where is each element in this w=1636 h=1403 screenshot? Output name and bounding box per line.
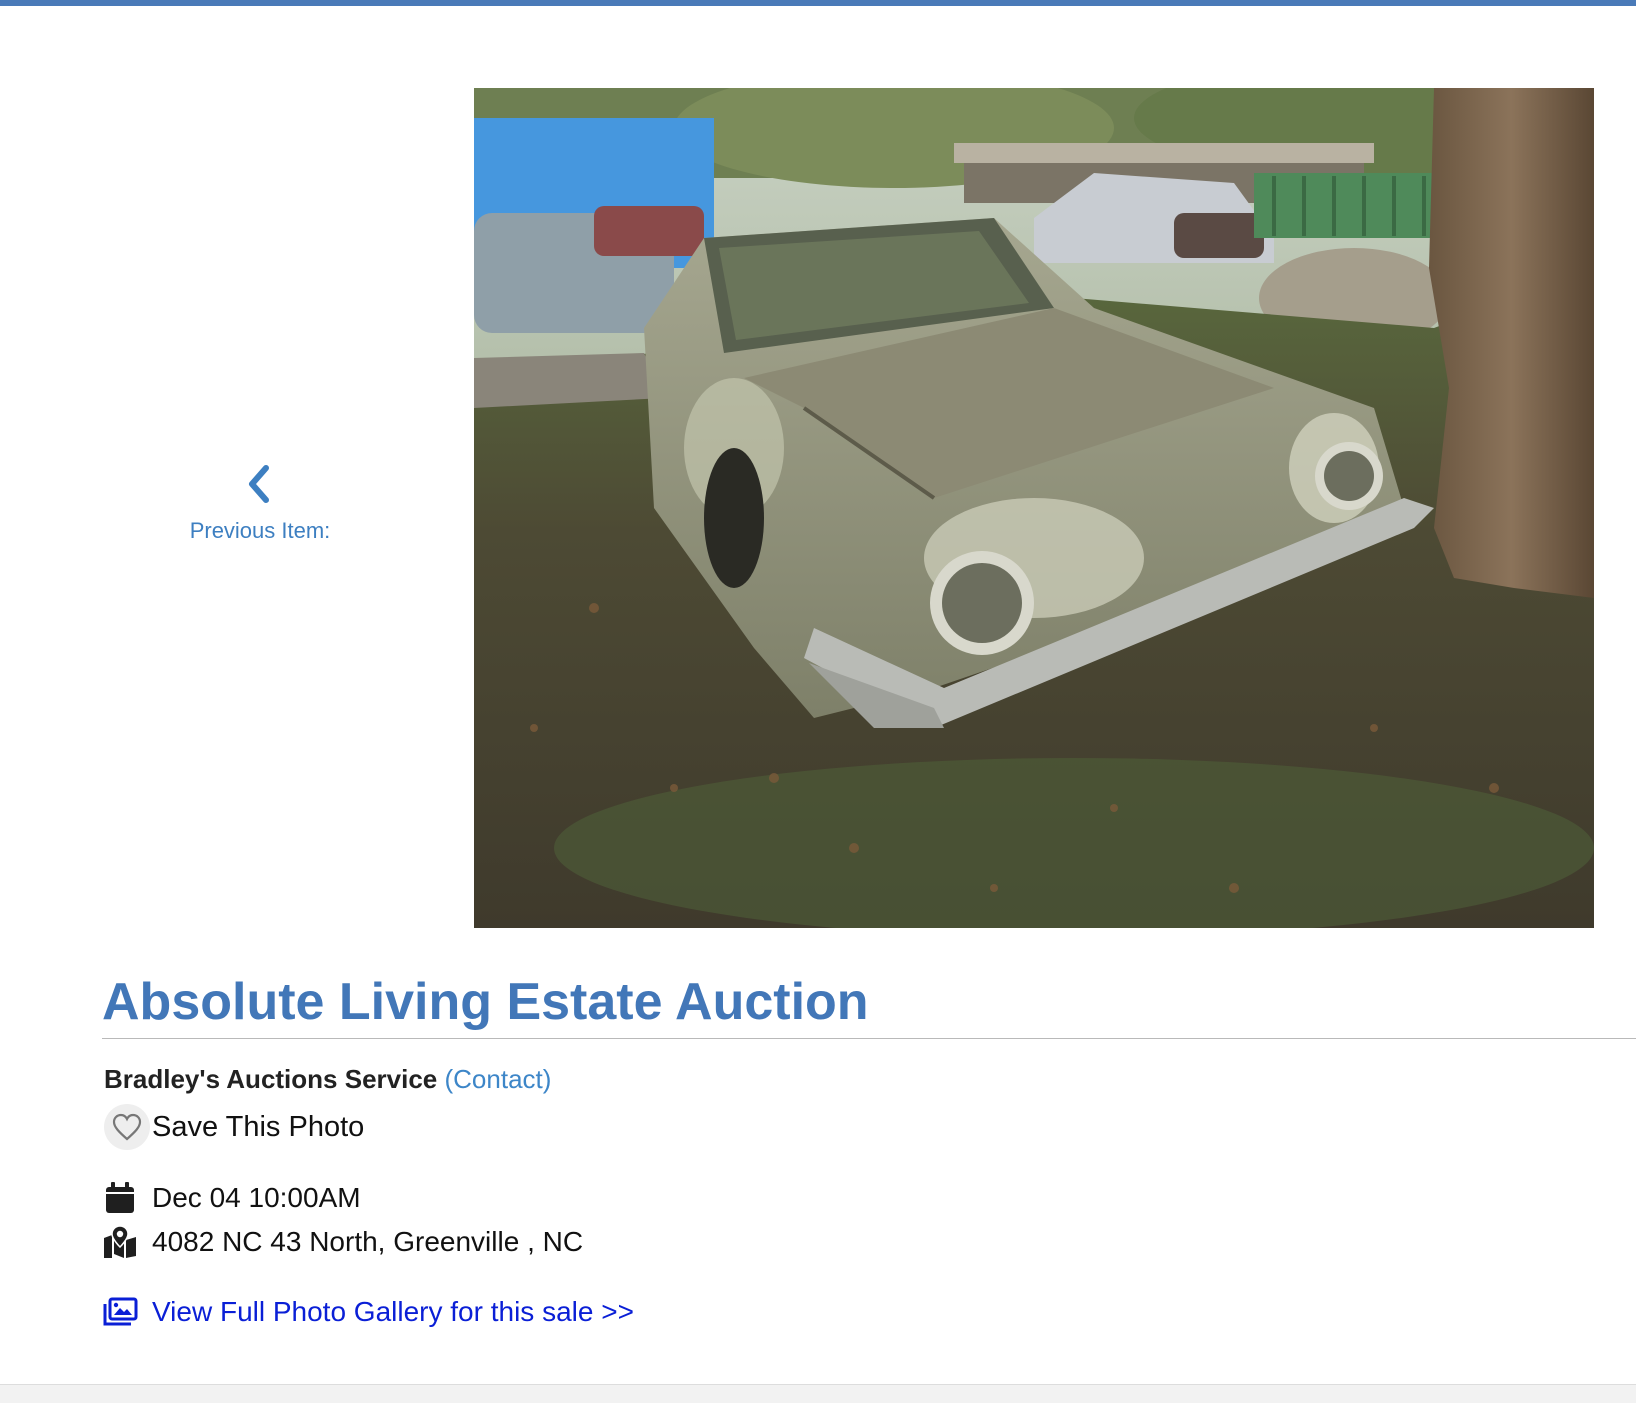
save-photo-button[interactable]: Save This Photo: [104, 1104, 364, 1150]
map-marker-icon: [104, 1225, 136, 1258]
photo-gallery-icon: [103, 1297, 138, 1326]
car-photo-illustration: [474, 88, 1594, 928]
company-name: Bradley's Auctions Service: [104, 1064, 438, 1094]
company-line: Bradley's Auctions Service (Contact): [104, 1064, 551, 1095]
previous-item-label: Previous Item:: [189, 518, 331, 543]
sale-date-row: Dec 04 10:00AM: [102, 1180, 361, 1216]
sale-title: Absolute Living Estate Auction: [102, 973, 869, 1031]
sale-address-row: 4082 NC 43 North, Greenville , NC: [102, 1224, 583, 1260]
sale-date: Dec 04 10:00AM: [152, 1182, 361, 1213]
title-divider: [102, 1038, 1636, 1039]
photo-gallery-link[interactable]: View Full Photo Gallery for this sale >>: [102, 1296, 634, 1328]
top-accent-bar: [0, 0, 1636, 6]
item-photo[interactable]: [474, 88, 1594, 928]
photo-gallery-link-text: View Full Photo Gallery for this sale >>: [152, 1296, 634, 1327]
heart-icon[interactable]: [104, 1104, 150, 1150]
sale-address: 4082 NC 43 North, Greenville , NC: [152, 1226, 584, 1257]
chevron-left-icon: [249, 465, 269, 503]
bottom-divider: [0, 1384, 1636, 1403]
contact-link[interactable]: (Contact): [445, 1064, 552, 1094]
save-photo-label: Save This Photo: [152, 1110, 365, 1143]
previous-item-button[interactable]: Previous Item:: [160, 460, 360, 544]
calendar-icon: [106, 1182, 134, 1213]
